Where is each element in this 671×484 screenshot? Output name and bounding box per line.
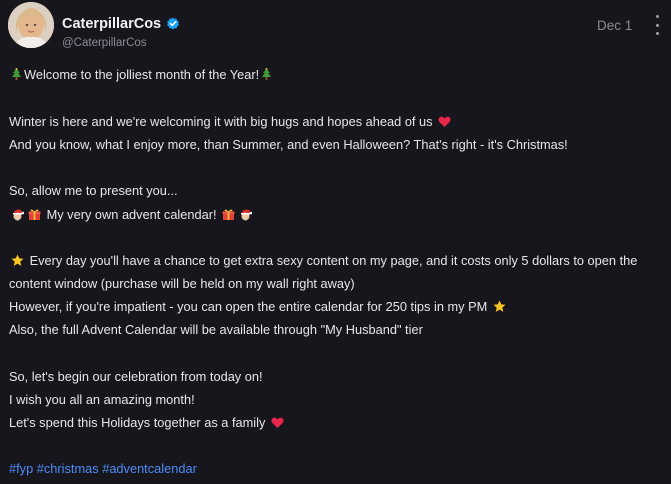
text-line: My very own advent calendar! [9, 207, 254, 225]
star-icon [11, 254, 24, 271]
more-options-icon[interactable] [651, 15, 663, 35]
christmas-tree-icon [261, 68, 272, 85]
text-line: Winter is here and we're welcoming it wi… [9, 114, 453, 132]
text-line: Welcome to the jolliest month of the Yea… [9, 67, 274, 85]
celebration-text: So, let's begin our celebration from tod… [9, 369, 263, 384]
text-line: I wish you all an amazing month! [9, 392, 195, 408]
gift-icon [222, 208, 235, 225]
santa-icon [239, 208, 253, 225]
text-line: However, if you're impatient - you can o… [9, 299, 508, 317]
hashtag-christmas[interactable]: #christmas [37, 461, 99, 476]
advent-text: My very own advent calendar! [46, 207, 217, 222]
star-icon [493, 300, 506, 317]
impatient-text: However, if you're impatient - you can o… [9, 299, 488, 314]
family-text: Let's spend this Holidays together as a … [9, 415, 266, 430]
avatar[interactable] [8, 2, 54, 48]
santa-icon [11, 208, 25, 225]
hashtags: #fyp #christmas #adventcalendar [9, 461, 197, 477]
heart-icon [271, 417, 284, 433]
hashtag-fyp[interactable]: #fyp [9, 461, 33, 476]
verified-badge-icon [166, 17, 180, 31]
post-card: CaterpillarCos @CaterpillarCos Dec 1 Wel… [0, 0, 671, 484]
author-handle[interactable]: @CaterpillarCos [62, 37, 147, 49]
offer-text: Every day you'll have a chance to get ex… [29, 253, 638, 268]
text-line: Every day you'll have a chance to get ex… [9, 253, 637, 271]
hashtag-adventcalendar[interactable]: #adventcalendar [102, 461, 197, 476]
text-line: content window (purchase will be held on… [9, 276, 355, 292]
tier-text: Also, the full Advent Calendar will be a… [9, 322, 423, 337]
post-date: Dec 1 [597, 18, 633, 33]
text-line: Let's spend this Holidays together as a … [9, 415, 286, 433]
text-line: So, let's begin our celebration from tod… [9, 369, 263, 385]
present-text: So, allow me to present you... [9, 183, 178, 198]
text-line: So, allow me to present you... [9, 183, 178, 199]
wish-text: I wish you all an amazing month! [9, 392, 195, 407]
welcome-text: Welcome to the jolliest month of the Yea… [24, 67, 260, 82]
purchase-text: content window (purchase will be held on… [9, 276, 355, 291]
christmas-tree-icon [11, 68, 22, 85]
text-line: And you know, what I enjoy more, than Su… [9, 137, 568, 153]
author-name[interactable]: CaterpillarCos [62, 16, 180, 32]
author-name-text: CaterpillarCos [62, 16, 162, 32]
heart-icon [438, 116, 451, 132]
text-line: Also, the full Advent Calendar will be a… [9, 322, 423, 338]
gift-icon [28, 208, 41, 225]
winter-text: Winter is here and we're welcoming it wi… [9, 114, 433, 129]
christmas-text: And you know, what I enjoy more, than Su… [9, 137, 568, 152]
